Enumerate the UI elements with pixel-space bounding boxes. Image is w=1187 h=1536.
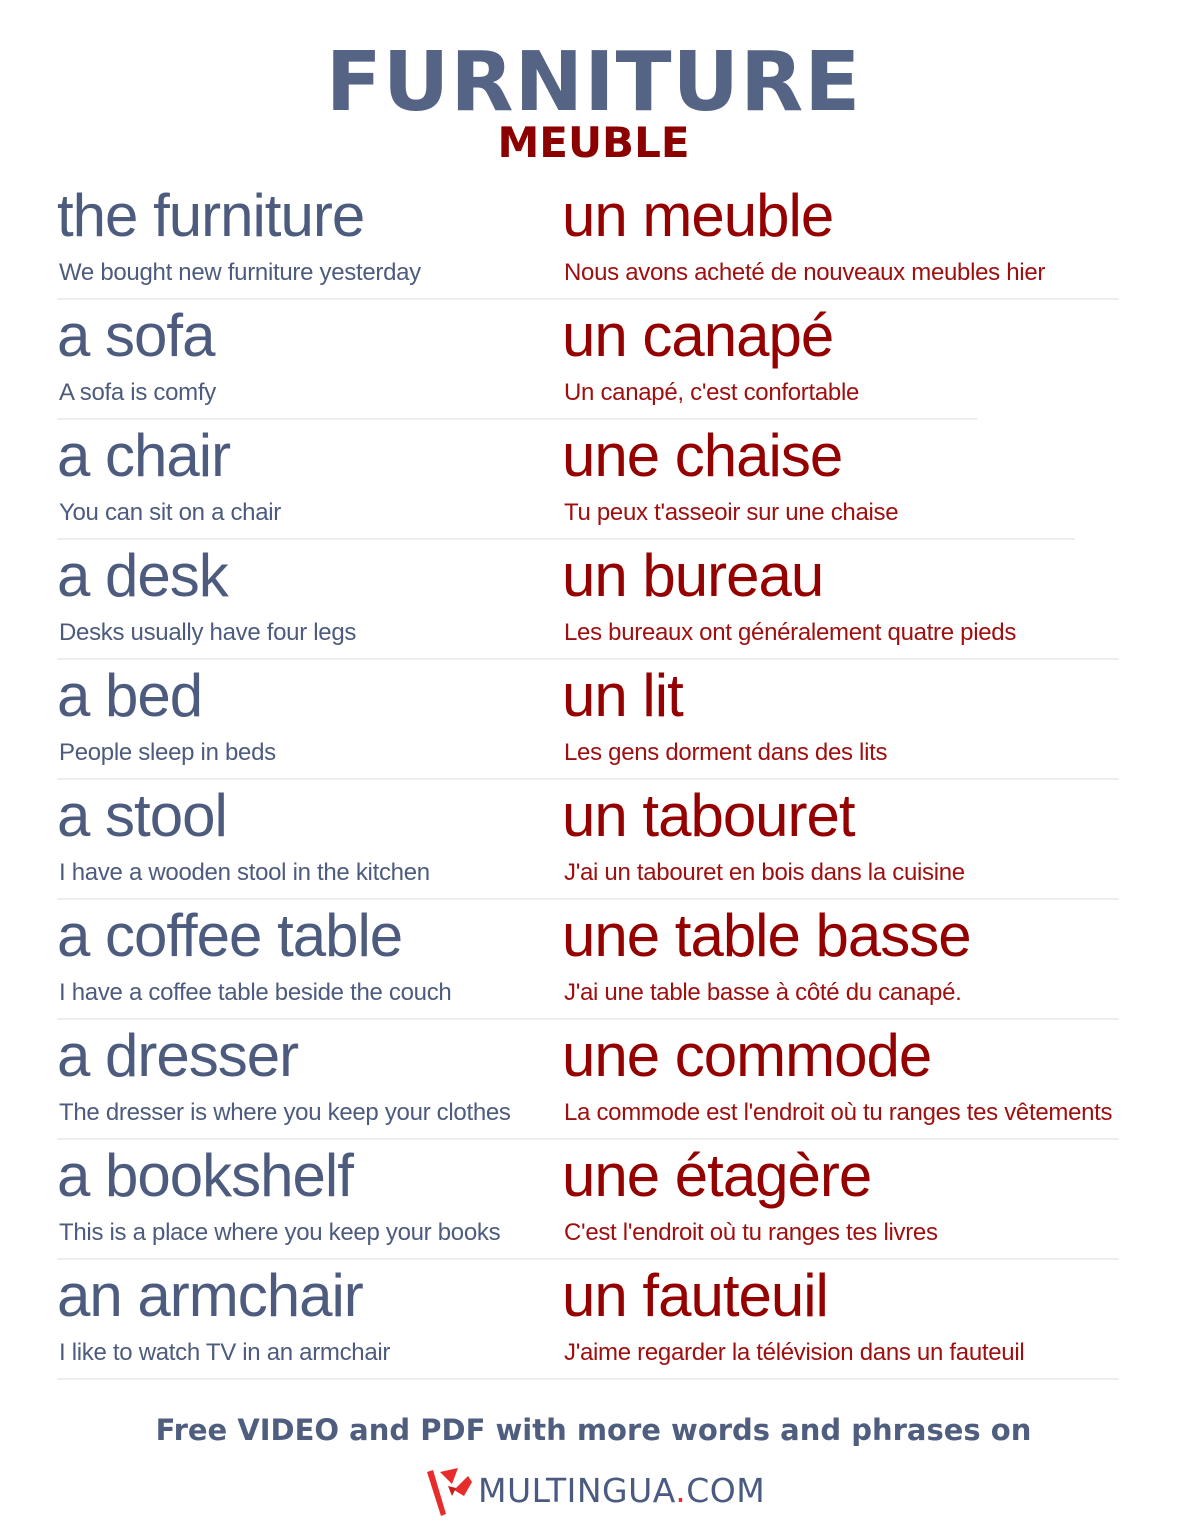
vocab-row: a desk un bureau Desks usually have four… xyxy=(57,540,1119,660)
english-word: an armchair xyxy=(57,1262,364,1329)
vocabulary-list: the furniture un meuble We bought new fu… xyxy=(57,180,1119,1380)
french-example: Tu peux t'asseoir sur une chaise xyxy=(564,499,899,526)
french-example: J'ai une table basse à côté du canapé. xyxy=(564,979,962,1006)
vocab-row: a coffee table une table basse I have a … xyxy=(57,900,1119,1020)
french-word: une chaise xyxy=(562,422,843,489)
english-word: a coffee table xyxy=(57,902,403,969)
english-example: People sleep in beds xyxy=(59,739,276,766)
english-example: The dresser is where you keep your cloth… xyxy=(59,1099,511,1126)
english-word: a sofa xyxy=(57,302,215,369)
french-example: La commode est l'endroit où tu ranges te… xyxy=(564,1099,1113,1126)
vocab-row: a dresser une commode The dresser is whe… xyxy=(57,1020,1119,1140)
english-example: This is a place where you keep your book… xyxy=(59,1219,501,1246)
english-word: a chair xyxy=(57,422,231,489)
promo-text: Free VIDEO and PDF with more words and p… xyxy=(155,1413,1032,1447)
english-word: a stool xyxy=(57,782,228,849)
french-word: un bureau xyxy=(562,542,824,609)
french-word: un tabouret xyxy=(562,782,856,849)
english-example: You can sit on a chair xyxy=(59,499,281,526)
vocab-row: a bed un lit People sleep in beds Les ge… xyxy=(57,660,1119,780)
logo-dot: . xyxy=(675,1470,687,1510)
logo-wordmark: MULTINGUA.COM xyxy=(478,1471,765,1510)
french-word: un canapé xyxy=(562,302,834,369)
french-word: un lit xyxy=(562,662,684,729)
french-example: Les bureaux ont généralement quatre pied… xyxy=(564,619,1017,646)
vocab-row: a bookshelf une étagère This is a place … xyxy=(57,1140,1119,1260)
french-example: Un canapé, c'est confortable xyxy=(564,379,860,406)
french-example: Nous avons acheté de nouveaux meubles hi… xyxy=(564,259,1046,286)
french-word: un fauteuil xyxy=(562,1262,829,1329)
english-word: a desk xyxy=(57,542,229,609)
vocab-row: a chair une chaise You can sit on a chai… xyxy=(57,420,1119,540)
english-word: the furniture xyxy=(57,182,365,249)
vocab-row: a sofa un canapé A sofa is comfy Un cana… xyxy=(57,300,1119,420)
french-example: C'est l'endroit où tu ranges tes livres xyxy=(564,1219,938,1246)
multingua-logo-icon xyxy=(424,1462,474,1518)
french-word: une table basse xyxy=(562,902,972,969)
logo-name: MULTINGUA xyxy=(478,1470,676,1510)
english-example: We bought new furniture yesterday xyxy=(59,259,421,286)
english-word: a bed xyxy=(57,662,203,729)
english-example: A sofa is comfy xyxy=(59,379,216,406)
english-example: I like to watch TV in an armchair xyxy=(59,1339,391,1366)
french-word: une commode xyxy=(562,1022,932,1089)
french-example: Les gens dorment dans des lits xyxy=(564,739,888,766)
logo-tld: COM xyxy=(686,1470,766,1510)
french-word: un meuble xyxy=(562,182,834,249)
english-example: I have a wooden stool in the kitchen xyxy=(59,859,430,886)
row-divider xyxy=(57,1378,1119,1380)
english-example: Desks usually have four legs xyxy=(59,619,357,646)
multingua-logo-link[interactable]: MULTINGUA.COM xyxy=(424,1462,765,1518)
vocab-row: an armchair un fauteuil I like to watch … xyxy=(57,1260,1119,1380)
page-subtitle: MEUBLE xyxy=(497,118,690,167)
vocab-row: the furniture un meuble We bought new fu… xyxy=(57,180,1119,300)
french-example: J'ai un tabouret en bois dans la cuisine xyxy=(564,859,965,886)
english-example: I have a coffee table beside the couch xyxy=(59,979,452,1006)
french-example: J'aime regarder la télévision dans un fa… xyxy=(564,1339,1025,1366)
page-title: FURNITURE xyxy=(325,35,862,130)
vocab-row: a stool un tabouret I have a wooden stoo… xyxy=(57,780,1119,900)
english-word: a dresser xyxy=(57,1022,299,1089)
english-word: a bookshelf xyxy=(57,1142,354,1209)
french-word: une étagère xyxy=(562,1142,872,1209)
